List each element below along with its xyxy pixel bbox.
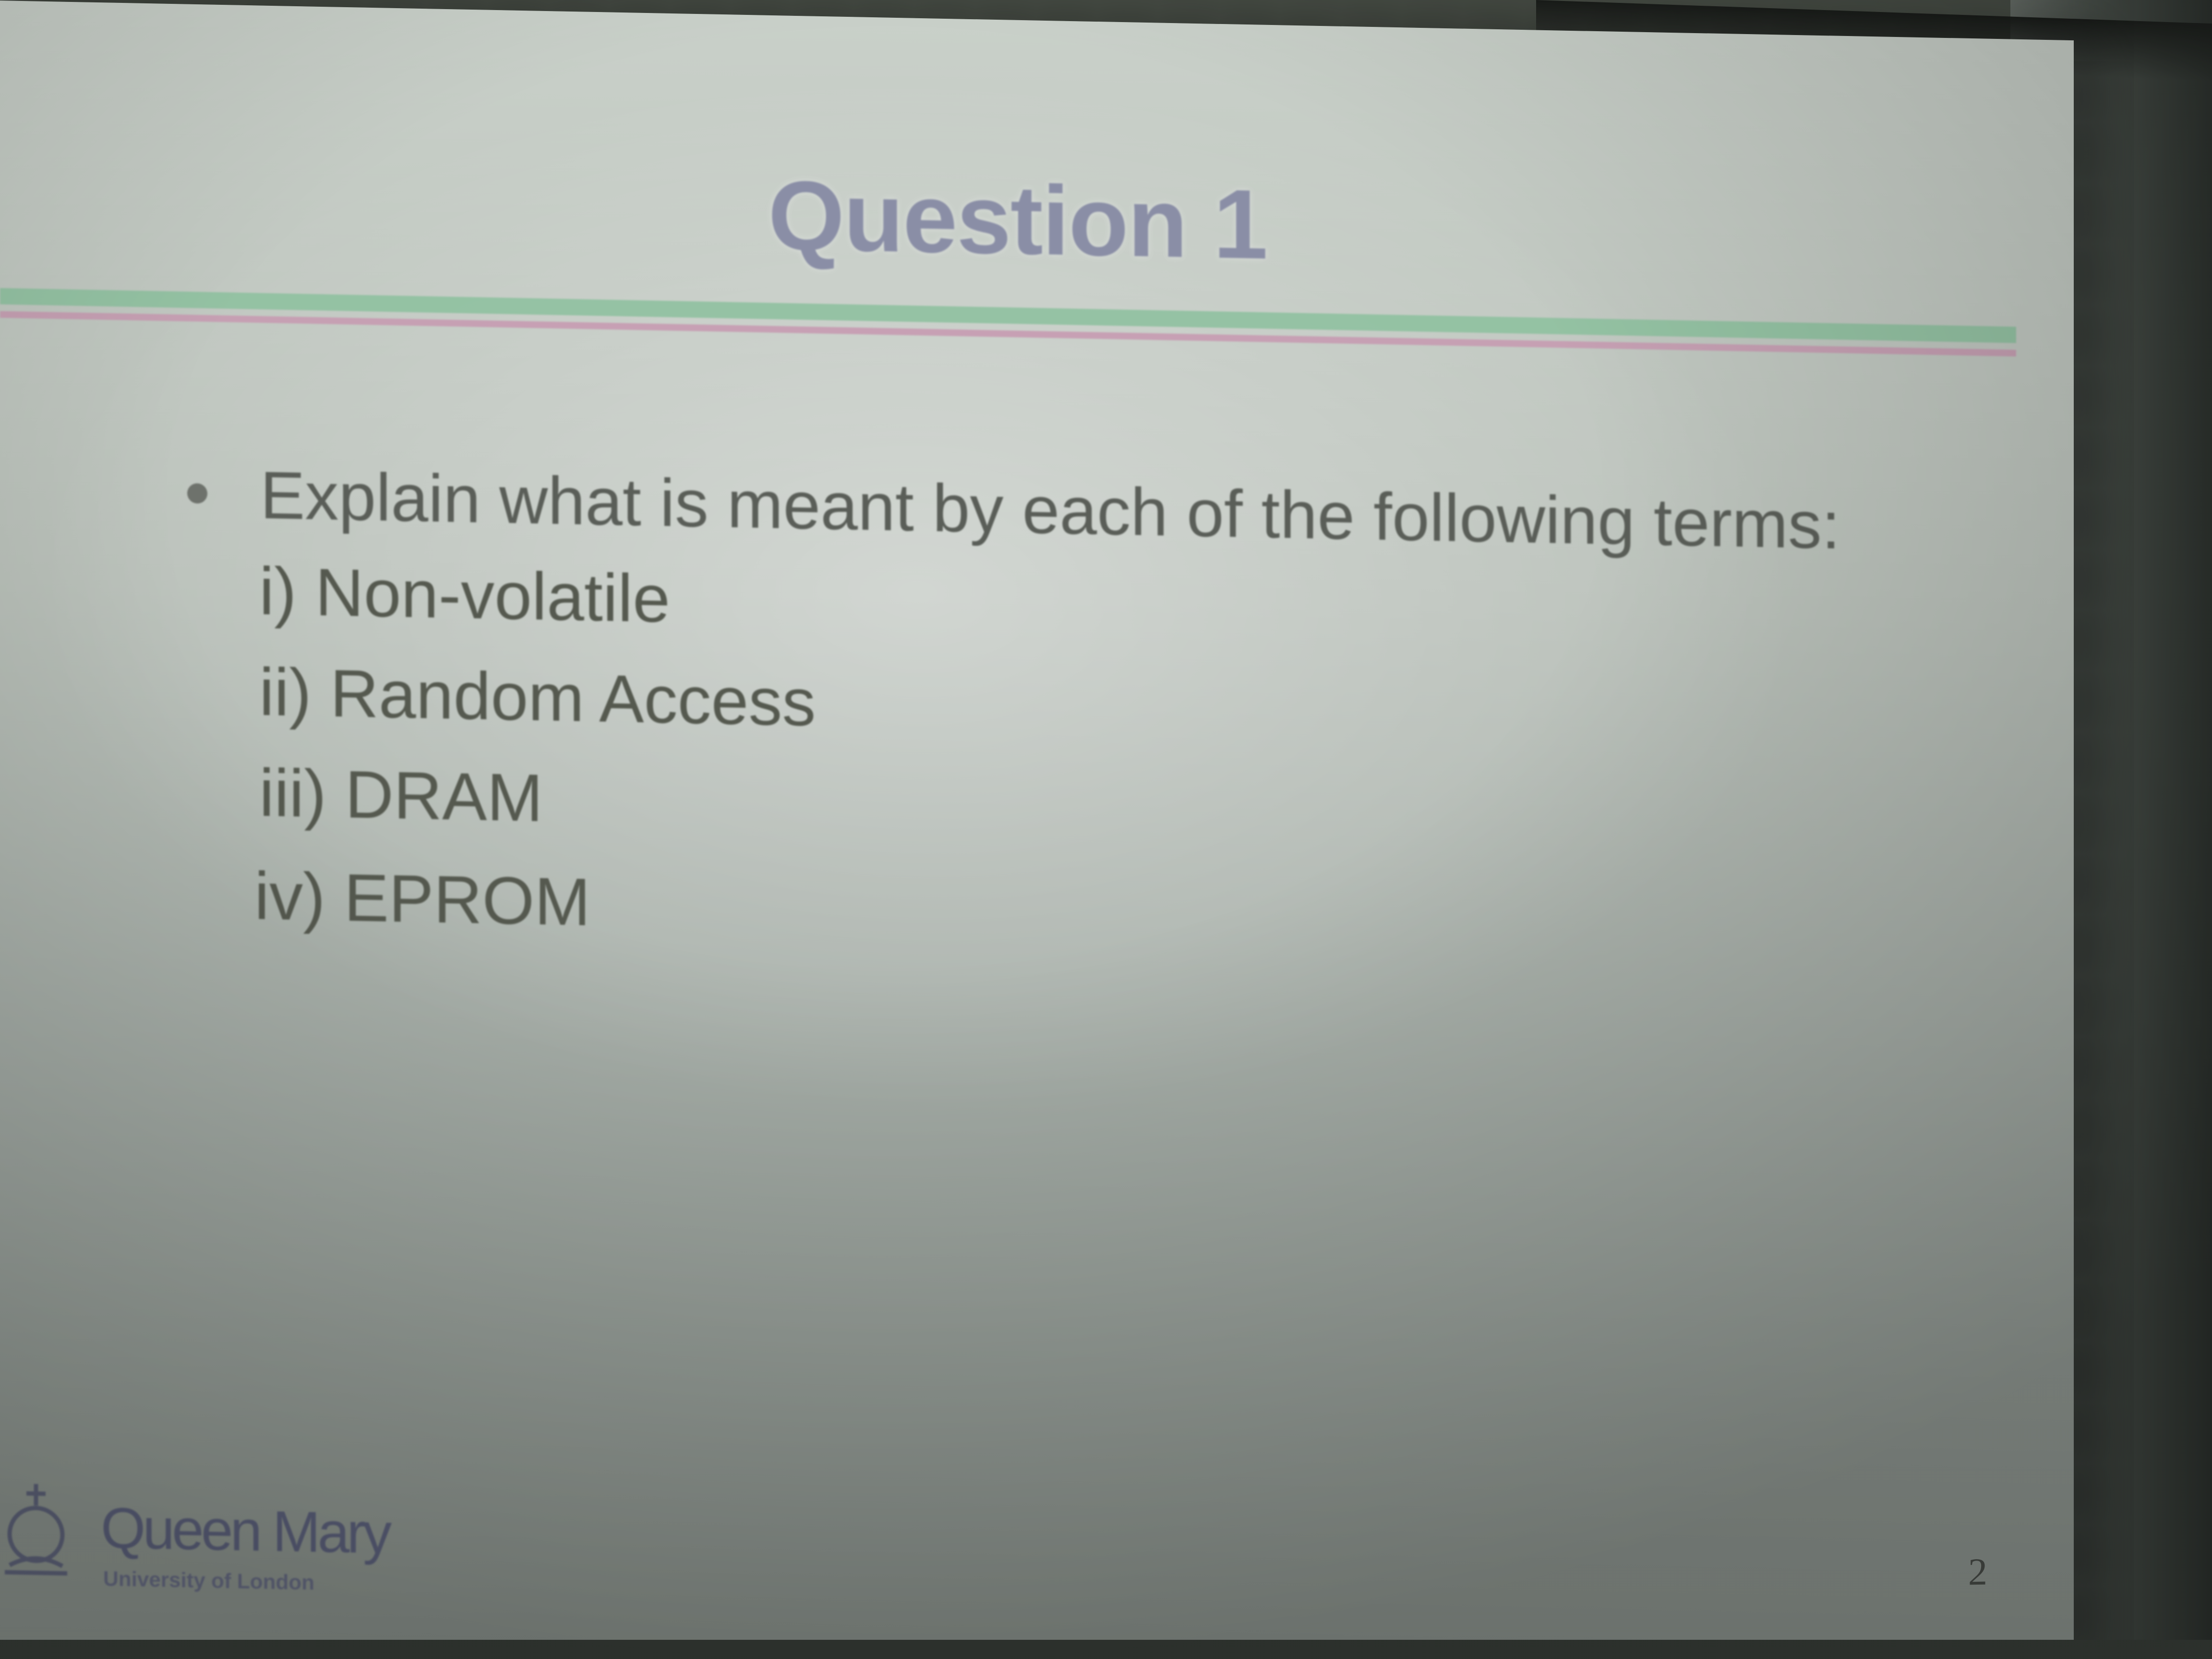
logo-subtitle: University of London — [103, 1567, 314, 1595]
photo-scene: Question 1 Explain what is meant by each… — [0, 0, 2212, 1659]
crown-icon — [5, 1484, 67, 1576]
bullet-item: Explain what is meant by each of the fol… — [187, 455, 1915, 565]
projected-slide: Question 1 Explain what is meant by each… — [0, 0, 2016, 1659]
term-item: iv) EPROM — [254, 858, 590, 940]
logo-name: Queen Mary — [101, 1496, 389, 1566]
term-item: iii) DRAM — [259, 755, 543, 836]
bullet-text: Explain what is meant by each of the fol… — [260, 457, 1840, 563]
term-item: i) Non-volatile — [259, 553, 670, 637]
page-number: 2 — [1968, 1551, 1987, 1594]
term-item: ii) Random Access — [259, 654, 816, 740]
slide-title: Question 1 — [768, 160, 1267, 280]
bottom-frame — [0, 1640, 2212, 1659]
university-logo: Queen Mary University of London — [0, 1464, 480, 1617]
bullet-icon — [187, 483, 207, 504]
